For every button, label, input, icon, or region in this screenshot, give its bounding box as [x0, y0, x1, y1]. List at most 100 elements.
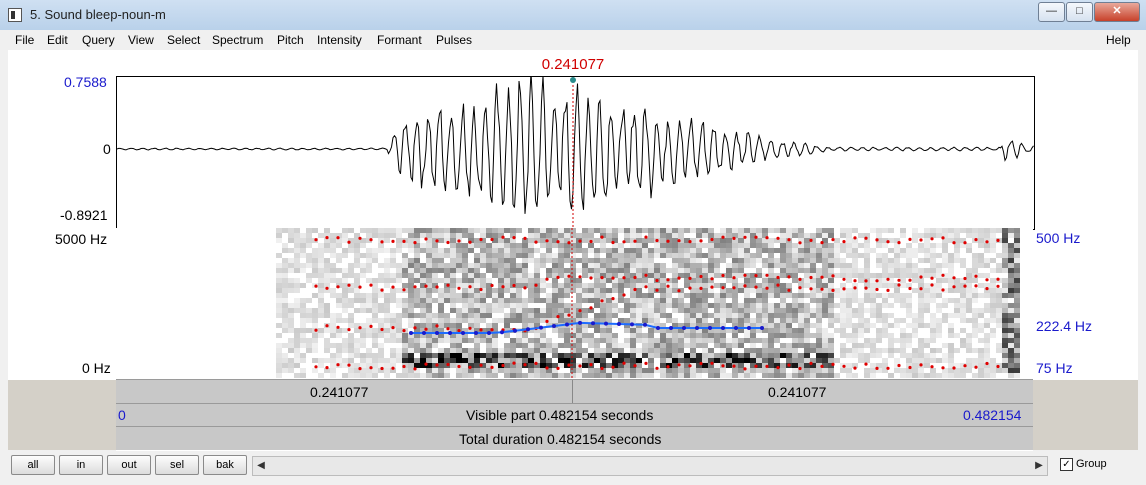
zoom-all-button[interactable]: all	[11, 455, 55, 475]
spectrogram-cell	[924, 228, 930, 233]
formant-dot	[501, 363, 505, 368]
menu-query[interactable]: Query	[82, 33, 115, 47]
spectrogram-cell	[858, 353, 864, 358]
spectrogram-cell	[522, 298, 528, 303]
spectrogram-cell	[876, 253, 882, 258]
bottom-toolbar: all in out sel bak ◀ ▶ ✓ Group	[0, 452, 1146, 485]
menu-view[interactable]: View	[128, 33, 154, 47]
spectrogram-cell	[630, 343, 636, 348]
spectrogram-cell	[480, 253, 486, 258]
spectrogram-cell	[414, 338, 420, 343]
spectrogram-cell	[348, 318, 354, 323]
spectrogram-cell	[828, 333, 834, 338]
spectrogram-cell	[864, 343, 870, 348]
spectrogram-cell	[288, 313, 294, 318]
spectrogram-cell	[564, 268, 570, 273]
zoom-out-button[interactable]: out	[107, 455, 151, 475]
spectrogram-cell	[810, 263, 816, 268]
spectrogram-cell	[570, 283, 576, 288]
spectrogram-cell	[930, 318, 936, 323]
spectrogram-cell	[624, 353, 630, 358]
zoom-selection-button[interactable]: sel	[155, 455, 199, 475]
spectrogram-panel[interactable]	[116, 228, 1033, 378]
spectrogram-cell	[858, 303, 864, 308]
spectrogram-cell	[798, 323, 804, 328]
formant-dot	[798, 366, 802, 371]
formant-dot	[666, 365, 670, 369]
spectrogram-cell	[426, 303, 432, 308]
spectrogram-cell	[720, 348, 726, 353]
menu-formant[interactable]: Formant	[377, 33, 422, 47]
close-button[interactable]: ✕	[1094, 2, 1140, 22]
maximize-button[interactable]: □	[1066, 2, 1093, 22]
menu-intensity[interactable]: Intensity	[317, 33, 362, 47]
spectrogram-cell	[390, 258, 396, 263]
spectrogram-cell	[744, 263, 750, 268]
horizontal-scrollbar[interactable]: ◀ ▶	[252, 456, 1048, 476]
spectrogram-cell	[498, 243, 504, 248]
formant-dot	[545, 239, 549, 243]
spectrogram-cell	[534, 333, 540, 338]
spectrogram-cell	[666, 338, 672, 343]
spectrogram-cell	[906, 338, 912, 343]
spectrogram-cell	[678, 248, 684, 253]
spectrogram-cell	[696, 268, 702, 273]
spectrogram-cell	[762, 373, 768, 378]
spectrogram-cell	[372, 278, 378, 283]
spectrogram-cell	[978, 228, 984, 233]
scroll-left-icon[interactable]: ◀	[253, 457, 269, 475]
menu-spectrum[interactable]: Spectrum	[212, 33, 263, 47]
spectrogram-cell	[798, 343, 804, 348]
spectrogram-cell	[468, 228, 474, 233]
spectrogram-cell	[990, 238, 996, 243]
spectrogram-cell	[636, 318, 642, 323]
spectrogram-cell	[672, 308, 678, 313]
spectrogram-cell	[354, 353, 360, 358]
menu-pulses[interactable]: Pulses	[436, 33, 472, 47]
menu-file[interactable]: File	[15, 33, 34, 47]
window-icon	[8, 8, 22, 22]
scroll-right-icon[interactable]: ▶	[1031, 457, 1047, 475]
spectrogram-cell	[876, 303, 882, 308]
spectrogram-cell	[846, 318, 852, 323]
spectrogram-cell	[288, 308, 294, 313]
spectrogram-cell	[918, 298, 924, 303]
spectrogram-cell	[492, 348, 498, 353]
spectrogram-cell	[288, 338, 294, 343]
spectrogram-cell	[540, 233, 546, 238]
spectrogram-cell	[582, 268, 588, 273]
spectrogram-cell	[786, 283, 792, 288]
spectrogram-cell	[1002, 288, 1008, 293]
spectrogram-cell	[606, 288, 612, 293]
visible-part-bar[interactable]: 0 Visible part 0.482154 seconds 0.482154	[116, 403, 1033, 428]
spectrogram-cell	[684, 258, 690, 263]
spectrogram-cell	[660, 273, 666, 278]
spectrogram-cell	[366, 298, 372, 303]
spectrogram-cell	[432, 268, 438, 273]
spectrogram-cell	[588, 248, 594, 253]
total-duration-bar[interactable]: Total duration 0.482154 seconds	[116, 426, 1033, 451]
spectrogram-cell	[558, 283, 564, 288]
spectrogram-cell	[822, 358, 828, 363]
waveform-panel[interactable]	[116, 76, 1035, 230]
spectrogram-cell	[996, 348, 1002, 353]
spectrogram-cell	[726, 263, 732, 268]
menu-pitch[interactable]: Pitch	[277, 33, 304, 47]
spectrogram-cell	[822, 228, 828, 233]
spectrogram-cell	[606, 338, 612, 343]
zoom-back-button[interactable]: bak	[203, 455, 247, 475]
spectrogram-cell	[684, 333, 690, 338]
spectrogram-cell	[648, 368, 654, 373]
selection-bar[interactable]: 0.241077 0.241077	[116, 379, 1033, 405]
menu-help[interactable]: Help	[1106, 33, 1131, 47]
spectrogram-cell	[318, 243, 324, 248]
cursor-handle[interactable]	[570, 77, 576, 83]
zoom-in-button[interactable]: in	[59, 455, 103, 475]
menu-select[interactable]: Select	[167, 33, 200, 47]
spectrogram-cell	[384, 268, 390, 273]
spectrogram-cell	[774, 328, 780, 333]
spectrogram-cell	[1002, 368, 1008, 373]
minimize-button[interactable]: —	[1038, 2, 1065, 22]
group-checkbox[interactable]: ✓	[1060, 458, 1073, 471]
menu-edit[interactable]: Edit	[47, 33, 68, 47]
